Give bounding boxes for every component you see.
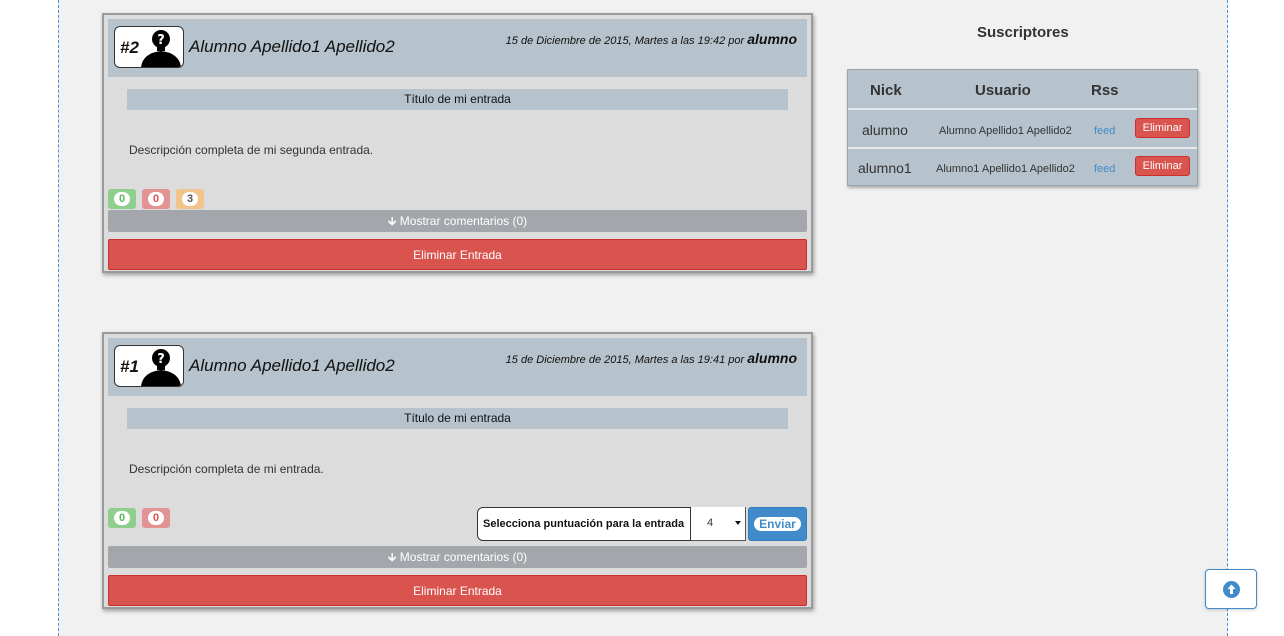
arrow-circle-up-icon: [1223, 581, 1240, 598]
unknown-user-icon: ?: [141, 30, 181, 67]
arrow-down-icon: 🡳: [387, 550, 397, 564]
svg-text:?: ?: [157, 352, 165, 367]
post-description: Descripción completa de mi entrada.: [129, 462, 324, 476]
show-comments-button[interactable]: 🡳 Mostrar comentarios (0): [108, 546, 807, 568]
column-header-nick: Nick: [870, 82, 902, 99]
post-header: #1 ? Alumno Apellido1 Apellido2 15 de Di…: [108, 338, 807, 396]
subscriber-nick: alumno1: [858, 160, 912, 176]
remove-subscriber-button[interactable]: Eliminar: [1135, 118, 1190, 138]
rating-badge[interactable]: 3: [176, 189, 204, 209]
send-rating-button[interactable]: Enviar: [748, 507, 807, 541]
post-entry: #1 ? Alumno Apellido1 Apellido2 15 de Di…: [102, 332, 813, 609]
dislikes-badge[interactable]: 0: [142, 189, 170, 209]
rating-selected-value: 4: [707, 517, 714, 529]
show-comments-button[interactable]: 🡳 Mostrar comentarios (0): [108, 210, 807, 232]
show-comments-label: Mostrar comentarios (0): [399, 550, 528, 564]
column-header-user: Usuario: [975, 82, 1031, 99]
subscribers-title: Suscriptores: [977, 24, 1069, 41]
post-date: 15 de Diciembre de 2015, Martes a las 19…: [506, 31, 797, 47]
likes-badge[interactable]: 0: [108, 189, 136, 209]
post-author: Alumno Apellido1 Apellido2: [189, 37, 395, 56]
rating-count: 3: [182, 192, 198, 206]
post-number-box: #2 ?: [114, 26, 184, 68]
arrow-down-icon: 🡳: [387, 214, 397, 228]
post-by-user[interactable]: alumno: [747, 350, 797, 366]
post-date-text: 15 de Diciembre de 2015, Martes a las 19…: [505, 35, 745, 47]
dislikes-badge[interactable]: 0: [142, 508, 170, 528]
post-date-text: 15 de Diciembre de 2015, Martes a las 19…: [505, 354, 745, 366]
subscriber-user: Alumno Apellido1 Apellido2: [939, 125, 1072, 137]
likes-count: 0: [114, 511, 130, 525]
subscribers-table: Nick Usuario Rss alumno Alumno Apellido1…: [847, 69, 1198, 186]
post-header: #2 ? Alumno Apellido1 Apellido2 15 de Di…: [108, 19, 807, 77]
svg-text:?: ?: [157, 33, 165, 48]
post-number: #1: [120, 357, 139, 376]
dislikes-count: 0: [148, 511, 164, 525]
post-number-box: #1 ?: [114, 345, 184, 387]
subscriber-nick: alumno: [862, 122, 908, 138]
rating-select-label: Selecciona puntuación para la entrada #1: [477, 507, 691, 562]
subscriber-user: Alumno1 Apellido1 Apellido2: [936, 163, 1075, 175]
post-date: 15 de Diciembre de 2015, Martes a las 19…: [506, 350, 797, 366]
dislikes-count: 0: [148, 192, 164, 206]
post-title: Título de mi entrada: [127, 89, 788, 110]
post-author: Alumno Apellido1 Apellido2: [189, 356, 395, 375]
column-header-rss: Rss: [1091, 82, 1119, 99]
scroll-top-button[interactable]: [1205, 569, 1257, 609]
rating-select[interactable]: 4: [691, 507, 746, 541]
delete-post-button[interactable]: Eliminar Entrada: [108, 575, 807, 606]
subscriber-feed-link[interactable]: feed: [1094, 163, 1115, 175]
caret-down-icon: [735, 521, 741, 525]
likes-count: 0: [114, 192, 130, 206]
post-entry: #2 ? Alumno Apellido1 Apellido2 15 de Di…: [102, 13, 813, 273]
unknown-user-icon: ?: [141, 349, 181, 386]
row-divider: [848, 147, 1197, 149]
delete-post-button[interactable]: Eliminar Entrada: [108, 239, 807, 270]
post-description: Descripción completa de mi segunda entra…: [129, 143, 374, 157]
post-by-user[interactable]: alumno: [747, 31, 797, 47]
send-rating-label: Enviar: [754, 517, 801, 531]
subscriber-feed-link[interactable]: feed: [1094, 125, 1115, 137]
likes-badge[interactable]: 0: [108, 508, 136, 528]
remove-subscriber-button[interactable]: Eliminar: [1135, 156, 1190, 176]
row-divider: [848, 108, 1197, 110]
post-title: Título de mi entrada: [127, 408, 788, 429]
post-number: #2: [120, 38, 139, 57]
show-comments-label: Mostrar comentarios (0): [399, 214, 528, 228]
